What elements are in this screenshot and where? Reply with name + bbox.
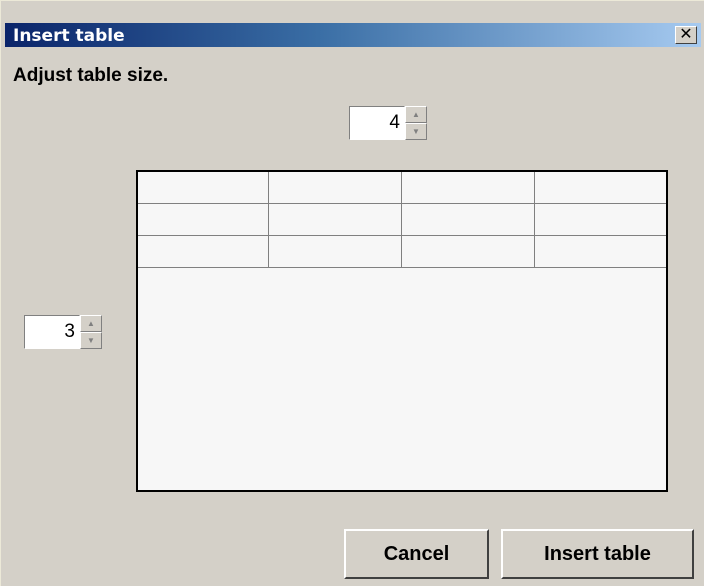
rows-decrement-button[interactable]: ▼ <box>80 332 102 349</box>
table-preview-cell[interactable] <box>269 204 402 236</box>
close-icon: ✕ <box>679 26 693 43</box>
table-preview-cell[interactable] <box>402 236 535 268</box>
rows-input[interactable]: 3 <box>24 315 80 349</box>
insert-table-dialog: Insert table ✕ Adjust table size. 4 ▲ ▼ … <box>0 0 704 586</box>
instruction-label: Adjust table size. <box>13 65 169 86</box>
close-button[interactable]: ✕ <box>675 26 697 44</box>
dialog-titlebar[interactable]: Insert table ✕ <box>5 23 701 47</box>
columns-increment-button[interactable]: ▲ <box>405 106 427 123</box>
rows-spinner-arrows[interactable]: ▲ ▼ <box>80 315 102 349</box>
table-preview-cell[interactable] <box>138 172 269 204</box>
cancel-button[interactable]: Cancel <box>344 529 489 579</box>
dialog-title: Insert table <box>13 26 125 46</box>
rows-increment-button[interactable]: ▲ <box>80 315 102 332</box>
table-preview-cell[interactable] <box>269 236 402 268</box>
table-preview-cell[interactable] <box>535 236 666 268</box>
chevron-up-icon: ▲ <box>412 110 420 119</box>
table-preview-cell[interactable] <box>402 172 535 204</box>
chevron-up-icon: ▲ <box>87 319 95 328</box>
table-preview-cell[interactable] <box>138 204 269 236</box>
table-preview-cell[interactable] <box>535 172 666 204</box>
table-preview[interactable] <box>136 170 668 492</box>
columns-input[interactable]: 4 <box>349 106 405 140</box>
insert-table-button[interactable]: Insert table <box>501 529 694 579</box>
chevron-down-icon: ▼ <box>87 336 95 345</box>
chevron-down-icon: ▼ <box>412 127 420 136</box>
table-preview-cell[interactable] <box>402 204 535 236</box>
table-preview-cell[interactable] <box>269 172 402 204</box>
table-preview-cell[interactable] <box>535 204 666 236</box>
table-preview-cell[interactable] <box>138 236 269 268</box>
table-preview-grid[interactable] <box>138 172 666 268</box>
columns-spinner-arrows[interactable]: ▲ ▼ <box>405 106 427 140</box>
columns-decrement-button[interactable]: ▼ <box>405 123 427 140</box>
